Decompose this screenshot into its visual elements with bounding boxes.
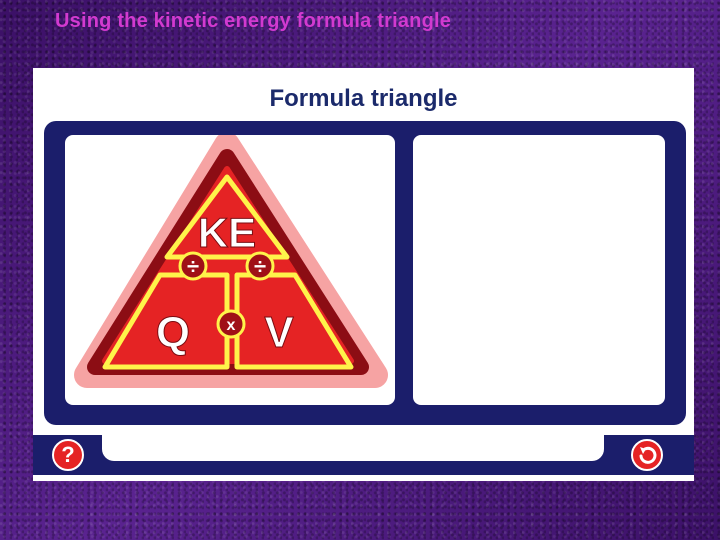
question-mark-icon: ? xyxy=(61,442,75,467)
back-arrow-icon xyxy=(639,446,657,464)
divide-symbol-left: ÷ xyxy=(187,254,199,279)
divide-icon-right: ÷ xyxy=(245,251,275,281)
multiply-icon: x xyxy=(216,309,246,339)
content-frame: KE Q V ÷ ÷ x xyxy=(44,121,686,425)
slide-title: Using the kinetic energy formula triangl… xyxy=(55,10,452,32)
footer-slot xyxy=(102,435,604,461)
divide-icon-left: ÷ xyxy=(178,251,208,281)
info-box xyxy=(413,135,665,405)
back-button[interactable] xyxy=(631,439,663,471)
q-label: Q xyxy=(156,308,190,357)
divide-symbol-right: ÷ xyxy=(254,254,266,279)
formula-panel: Formula triangle KE Q V ÷ ÷ x ? xyxy=(33,68,694,481)
help-button[interactable]: ? xyxy=(52,439,84,471)
v-label: V xyxy=(264,308,294,357)
multiply-symbol: x xyxy=(227,317,236,334)
panel-heading: Formula triangle xyxy=(269,85,458,112)
ke-label: KE xyxy=(198,209,256,256)
triangle-box: KE Q V ÷ ÷ x xyxy=(65,135,395,405)
formula-triangle: KE Q V ÷ ÷ x xyxy=(74,135,388,388)
footer-bar: ? xyxy=(33,435,694,475)
